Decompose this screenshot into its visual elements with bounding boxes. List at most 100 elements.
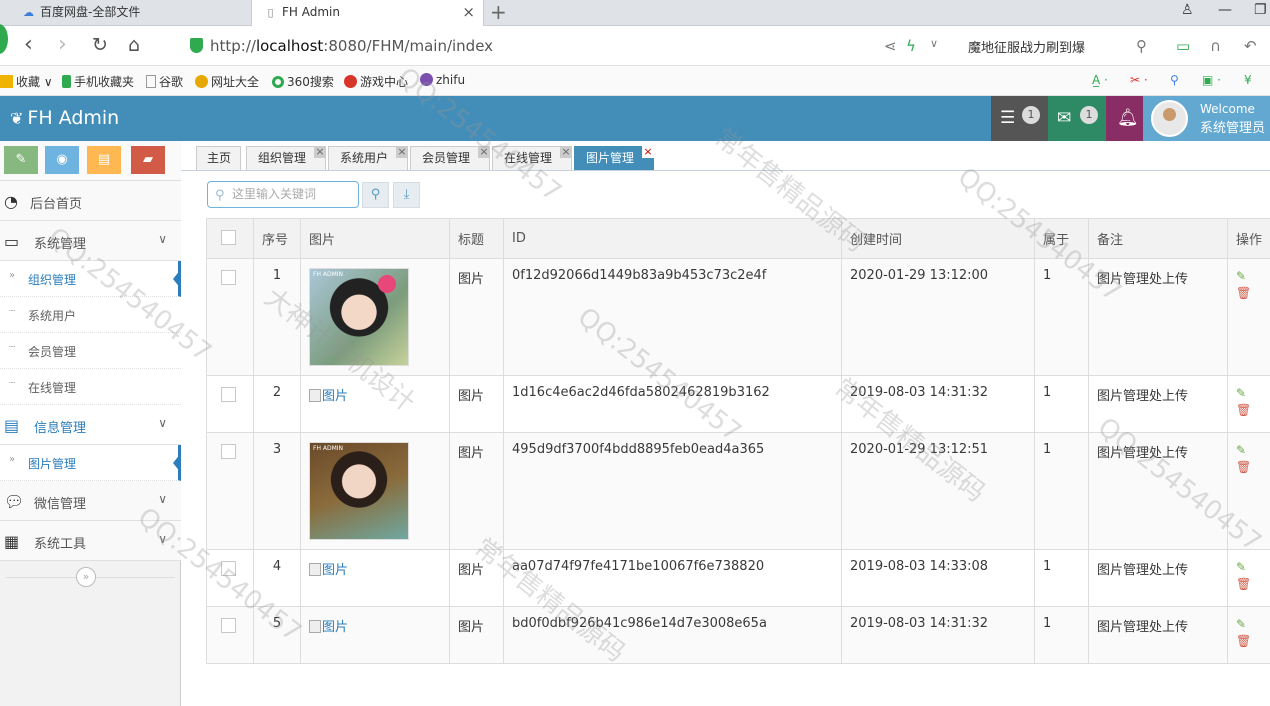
tab-member[interactable]: 会员管理 ×	[410, 146, 490, 170]
keyword-search[interactable]: ⚲	[207, 181, 359, 208]
edit-icon[interactable]: ✎	[1236, 268, 1262, 284]
magnifier-icon[interactable]: ⚲	[1170, 73, 1179, 87]
scissors-icon[interactable]: ✂ ·	[1130, 73, 1148, 87]
edit-icon[interactable]: ✎	[1236, 442, 1262, 458]
sidebar-item-system[interactable]: ▭ 系统管理 ∨	[0, 221, 181, 261]
forward-icon[interactable]: ›	[58, 32, 67, 58]
skin-icon[interactable]: ♙	[1181, 2, 1194, 18]
gamepad-icon[interactable]: ▣ ·	[1202, 73, 1221, 87]
bookmark-zhifu[interactable]: zhifu	[420, 73, 465, 87]
row-id: 1d16c4e6ac2d46fda5802462819b3162	[503, 375, 842, 433]
sidebar-item-wechat[interactable]: 💬︎ 微信管理 ∨	[0, 481, 181, 521]
headphones-icon[interactable]: ∩	[1210, 37, 1221, 55]
new-tab-button[interactable]: +	[490, 0, 507, 24]
bookmark-360[interactable]: 360搜索	[272, 73, 334, 90]
tab-label: 系统用户	[340, 151, 389, 165]
chevron-down-icon[interactable]: ∨	[930, 37, 938, 50]
tasks-button[interactable]: ☰ 1	[991, 96, 1048, 141]
tab-home[interactable]: 主页	[196, 146, 241, 170]
sidebar-item-label: 系统工具	[34, 537, 87, 552]
sidebar-subitem-pictures[interactable]: » 图片管理	[0, 445, 181, 481]
search-button[interactable]: ⚲	[362, 182, 389, 208]
row-select-cell	[206, 258, 254, 376]
select-all-checkbox[interactable]	[221, 230, 236, 245]
row-checkbox[interactable]	[221, 444, 236, 459]
broken-image-link[interactable]: 图片	[309, 620, 348, 635]
bookmark-favorites[interactable]: 收藏 ∨	[0, 73, 53, 90]
sidebar-item-tools[interactable]: ▦ 系统工具 ∨	[0, 521, 181, 561]
translate-icon[interactable]: A̲ ·	[1092, 73, 1108, 87]
tab-pictures[interactable]: 图片管理 ×	[574, 146, 654, 170]
shortcut-folder-button[interactable]: ▰	[131, 146, 165, 174]
restore-button[interactable]: ❐	[1254, 2, 1267, 18]
trash-icon[interactable]: 🗑︎	[1236, 632, 1262, 650]
search-input[interactable]	[232, 187, 352, 201]
trash-icon[interactable]: 🗑︎	[1236, 458, 1262, 476]
edit-icon[interactable]: ✎	[1236, 616, 1262, 632]
url-field[interactable]: http://localhost:8080/FHM/main/index	[190, 37, 493, 55]
close-icon[interactable]: ×	[642, 146, 654, 158]
close-icon[interactable]: ×	[396, 146, 408, 158]
sidebar-subitem-member[interactable]: ┈ 会员管理	[0, 333, 181, 369]
share-icon[interactable]: ⋖	[884, 37, 897, 55]
tab-sysuser[interactable]: 系统用户 ×	[328, 146, 408, 170]
broken-image-link[interactable]: 图片	[309, 389, 348, 404]
tab-label: 组织管理	[258, 151, 307, 165]
sidebar-subitem-org[interactable]: » 组织管理	[0, 261, 181, 297]
shortcut-book-button[interactable]: ▤	[87, 146, 121, 174]
messages-button[interactable]: ✉ 1	[1048, 96, 1106, 141]
thumbnail-image[interactable]: FH ADMIN	[309, 442, 409, 540]
browser-search-field[interactable]: 魔地征服战力刷到爆	[968, 37, 1085, 56]
edit-icon[interactable]: ✎	[1236, 559, 1262, 575]
yen-icon[interactable]: ¥	[1244, 73, 1252, 87]
shortcut-pencil-button[interactable]: ✎	[4, 146, 38, 174]
broken-image-link[interactable]: 图片	[309, 563, 348, 578]
row-checkbox[interactable]	[221, 618, 236, 633]
minimize-button[interactable]: —	[1218, 2, 1232, 18]
home-icon[interactable]: ⌂	[128, 32, 140, 58]
row-select-cell	[206, 549, 254, 607]
bookmark-hao[interactable]: 网址大全	[195, 73, 259, 90]
bookmark-google[interactable]: 谷歌	[146, 73, 183, 90]
browser-tab-baidu[interactable]: ☁ 百度网盘-全部文件	[10, 0, 250, 26]
username: 系统管理员	[1200, 121, 1266, 136]
brand[interactable]: ❦ FH Admin	[10, 106, 119, 131]
search-icon[interactable]: ⚲	[1136, 37, 1147, 55]
col-header: 标题	[449, 218, 504, 259]
row-note: 图片管理处上传	[1088, 549, 1228, 607]
sidebar-collapse-button[interactable]: »	[76, 567, 96, 587]
close-icon[interactable]: ×	[560, 146, 572, 158]
close-icon[interactable]: ×	[478, 146, 490, 158]
back-icon[interactable]: ‹	[24, 32, 33, 58]
edit-icon[interactable]: ✎	[1236, 385, 1262, 401]
user-menu[interactable]: Welcome 系统管理员	[1143, 96, 1270, 141]
row-checkbox[interactable]	[221, 561, 236, 576]
browser-tab-fh-admin[interactable]: ▯ FH Admin ×	[251, 0, 484, 26]
bookmark-mobile[interactable]: 手机收藏夹	[62, 73, 134, 90]
close-tab-icon[interactable]: ×	[462, 0, 475, 25]
trash-icon[interactable]: 🗑︎	[1236, 401, 1262, 419]
tab-label: 会员管理	[422, 151, 471, 165]
undo-icon[interactable]: ↶	[1244, 37, 1257, 55]
sidebar-subitem-online[interactable]: ┈ 在线管理	[0, 369, 181, 405]
sidebar-item-home[interactable]: ◔ 后台首页	[0, 181, 181, 221]
sidebar-subitem-sysuser[interactable]: ┈ 系统用户	[0, 297, 181, 333]
close-icon[interactable]: ×	[314, 146, 326, 158]
row-checkbox[interactable]	[221, 270, 236, 285]
shortcut-eye-button[interactable]: ◉	[45, 146, 79, 174]
bookmark-games[interactable]: 游戏中心	[344, 73, 408, 90]
trash-icon[interactable]: 🗑︎	[1236, 575, 1262, 593]
row-actions: ✎ 🗑︎	[1227, 606, 1270, 664]
reload-icon[interactable]: ↻	[92, 32, 108, 58]
tab-online[interactable]: 在线管理 ×	[492, 146, 572, 170]
notifications-button[interactable]: 🔔︎	[1106, 96, 1143, 141]
trash-icon[interactable]: 🗑︎	[1236, 284, 1262, 302]
thumbnail-image[interactable]: FH ADMIN	[309, 268, 409, 366]
download-button[interactable]: ⤓	[393, 182, 420, 208]
speed-icon[interactable]: ϟ	[906, 37, 916, 55]
tab-org[interactable]: 组织管理 ×	[246, 146, 326, 170]
row-checkbox[interactable]	[221, 387, 236, 402]
battery-icon[interactable]: ▭	[1176, 37, 1190, 55]
row-title: 图片	[449, 549, 504, 607]
sidebar-item-info[interactable]: ▤ 信息管理 ∨	[0, 405, 181, 445]
